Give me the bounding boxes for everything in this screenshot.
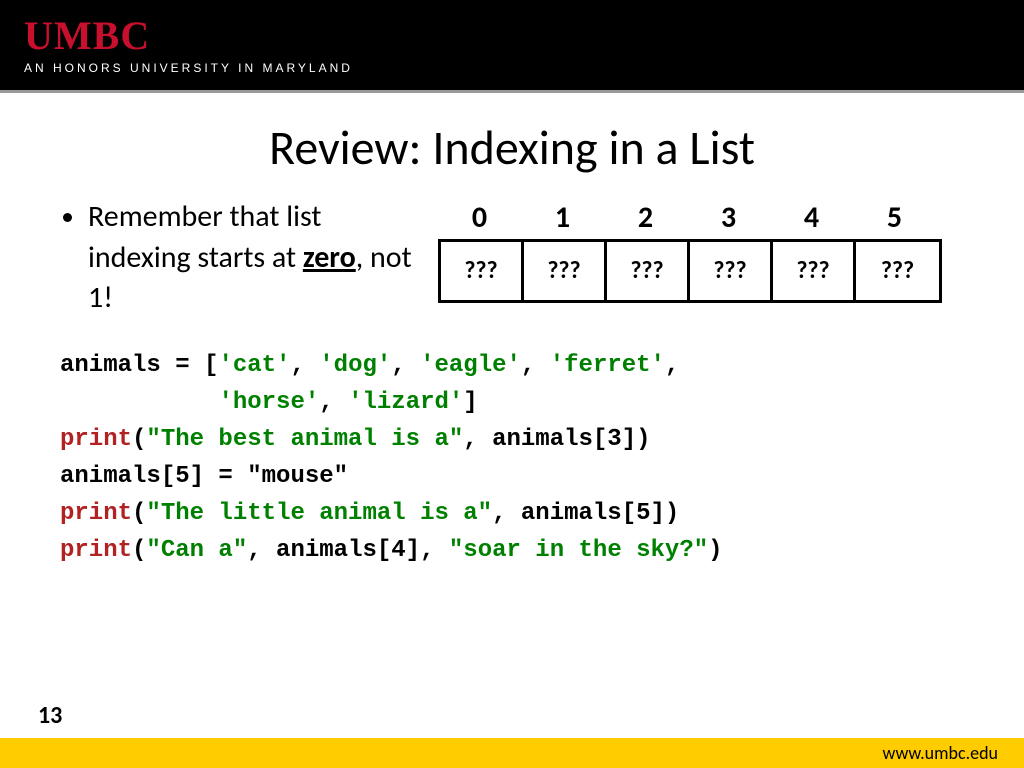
bullet-text-prefix: Remember that list indexing starts at [88, 198, 321, 276]
code-string: 'dog' [319, 352, 391, 379]
footer-url: www.umbc.edu [883, 742, 998, 764]
index-cell: ??? [607, 242, 690, 300]
bullet-list: Remember that list indexing starts at ze… [60, 197, 420, 319]
code-block: animals = ['cat', 'dog', 'eagle', 'ferre… [0, 347, 1024, 570]
code-text: ( [132, 500, 146, 527]
header-divider [0, 90, 1024, 93]
code-keyword: print [60, 500, 132, 527]
index-cell: ??? [773, 242, 856, 300]
header: UMBC AN HONORS UNIVERSITY IN MARYLAND [0, 0, 1024, 90]
bullet-text-emph: zero [303, 239, 356, 276]
code-keyword: print [60, 426, 132, 453]
index-header: 4 [770, 199, 853, 239]
footer-bar: www.umbc.edu [0, 738, 1024, 768]
code-text: animals = [ [60, 352, 218, 379]
code-text: ) [708, 537, 722, 564]
index-header: 1 [521, 199, 604, 239]
code-string: 'eagle' [420, 352, 521, 379]
code-text: , animals[5]) [492, 500, 679, 527]
code-string: 'horse' [218, 389, 319, 416]
code-text: , [319, 389, 348, 416]
code-text [60, 389, 218, 416]
code-string: "The best animal is a" [146, 426, 463, 453]
code-text: animals[5] = "mouse" [60, 463, 348, 490]
code-string: "The little animal is a" [146, 500, 492, 527]
page-number: 13 [38, 701, 62, 730]
tagline: AN HONORS UNIVERSITY IN MARYLAND [24, 61, 1024, 75]
index-header: 0 [438, 199, 521, 239]
index-table: 0 1 2 3 4 5 ??? ??? ??? ??? ??? ??? [438, 199, 964, 319]
code-string: "Can a" [146, 537, 247, 564]
code-text: , [521, 352, 550, 379]
index-cell: ??? [524, 242, 607, 300]
code-text: ] [463, 389, 477, 416]
code-text: , [290, 352, 319, 379]
footer: www.umbc.edu [0, 738, 1024, 768]
slide-title: Review: Indexing in a List [0, 118, 1024, 177]
bullet-item: Remember that list indexing starts at ze… [88, 197, 420, 319]
code-keyword: print [60, 537, 132, 564]
code-text: ( [132, 426, 146, 453]
content-row: Remember that list indexing starts at ze… [0, 177, 1024, 319]
index-cell: ??? [690, 242, 773, 300]
index-header: 2 [604, 199, 687, 239]
code-text: , animals[3]) [463, 426, 650, 453]
code-text: , [391, 352, 420, 379]
code-text: , animals[4], [247, 537, 449, 564]
index-cell: ??? [856, 242, 939, 300]
index-cell-row: ??? ??? ??? ??? ??? ??? [438, 239, 942, 303]
index-header-row: 0 1 2 3 4 5 [438, 199, 964, 239]
logo: UMBC [24, 12, 1024, 59]
code-string: 'ferret' [550, 352, 665, 379]
index-cell: ??? [441, 242, 524, 300]
index-header: 3 [687, 199, 770, 239]
code-text: ( [132, 537, 146, 564]
code-string: 'cat' [218, 352, 290, 379]
code-string: 'lizard' [348, 389, 463, 416]
code-string: "soar in the sky?" [449, 537, 708, 564]
code-text: , [665, 352, 679, 379]
slide: UMBC AN HONORS UNIVERSITY IN MARYLAND Re… [0, 0, 1024, 768]
index-header: 5 [853, 199, 936, 239]
